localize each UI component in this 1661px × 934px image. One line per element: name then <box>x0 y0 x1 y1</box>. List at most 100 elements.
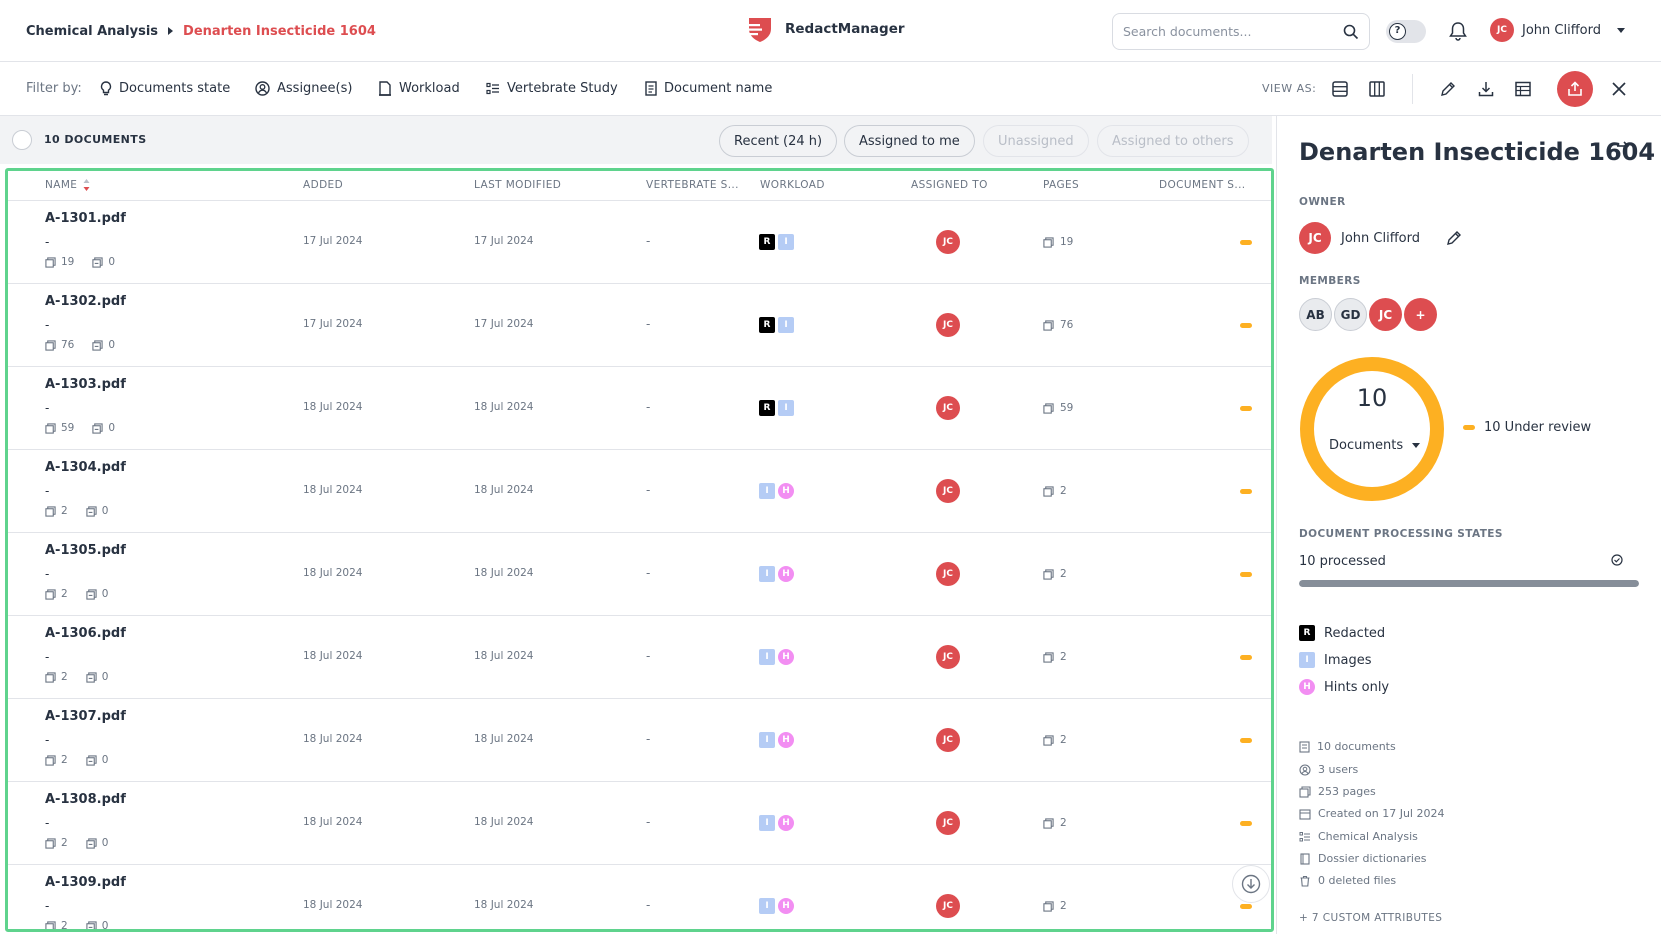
download-button[interactable] <box>1472 75 1500 103</box>
page-count: 2 <box>61 505 68 517</box>
assignee[interactable]: JC <box>936 728 960 752</box>
legend-redacted: R Redacted <box>1299 625 1385 641</box>
filter-assignees[interactable]: Assignee(s) <box>255 81 352 96</box>
images-badge: I <box>778 234 794 250</box>
help-mode-toggle[interactable]: ? <box>1386 20 1426 43</box>
assignee[interactable]: JC <box>936 230 960 254</box>
added-date: 18 Jul 2024 <box>303 401 363 413</box>
legend-under-review[interactable]: 10 Under review <box>1463 420 1591 435</box>
pages-value: 19 <box>1060 236 1074 248</box>
column-workload[interactable]: WORKLOAD <box>760 179 825 191</box>
file-name[interactable]: A-1304.pdf <box>45 460 126 475</box>
stat-dictionaries[interactable]: Dossier dictionaries <box>1299 852 1426 865</box>
list-view-button[interactable] <box>1326 75 1354 103</box>
avatar: JC <box>936 894 960 918</box>
file-subtitle: - <box>45 401 50 415</box>
added-date: 17 Jul 2024 <box>303 235 363 247</box>
assignee[interactable]: JC <box>936 894 960 918</box>
quick-filter-assigned-to-me[interactable]: Assigned to me <box>844 125 975 157</box>
search-box[interactable] <box>1112 13 1370 50</box>
table-row[interactable]: A-1306.pdf -2 0 18 Jul 2024 18 Jul 2024- I H JC… <box>8 616 1271 699</box>
assignee[interactable]: JC <box>936 396 960 420</box>
brand-logo[interactable]: RedactManager <box>745 14 905 44</box>
table-row[interactable]: A-1307.pdf -2 0 18 Jul 2024 18 Jul 2024- I H JC… <box>8 699 1271 782</box>
edit-button[interactable] <box>1434 75 1462 103</box>
close-button[interactable] <box>1605 75 1633 103</box>
custom-attributes-toggle[interactable]: + 7 CUSTOM ATTRIBUTES <box>1299 912 1442 924</box>
file-subtitle: - <box>45 235 50 249</box>
book-icon <box>1300 852 1310 865</box>
add-member-button[interactable]: + <box>1404 298 1437 331</box>
images-badge: I <box>778 317 794 333</box>
table-row[interactable]: A-1309.pdf -2 0 18 Jul 2024 18 Jul 2024- I H JC… <box>8 865 1271 932</box>
filter-documents-state[interactable]: Documents state <box>100 81 230 96</box>
file-name[interactable]: A-1301.pdf <box>45 211 126 226</box>
file-name[interactable]: A-1308.pdf <box>45 792 126 807</box>
stat-deleted-files[interactable]: 0 deleted files <box>1299 874 1396 887</box>
column-last-modified[interactable]: LAST MODIFIED <box>474 179 561 191</box>
assignee[interactable]: JC <box>936 811 960 835</box>
select-all-checkbox[interactable] <box>12 130 32 150</box>
file-name[interactable]: A-1303.pdf <box>45 377 126 392</box>
member-avatar[interactable]: GD <box>1334 298 1367 331</box>
filter-workload[interactable]: Workload <box>378 81 460 96</box>
stat-users: 3 users <box>1299 763 1358 776</box>
status-under-review <box>1240 904 1252 909</box>
pages-icon <box>45 256 56 268</box>
quick-filter-recent[interactable]: Recent (24 h) <box>719 125 838 157</box>
arrow-right-icon[interactable] <box>1616 140 1630 152</box>
file-name[interactable]: A-1306.pdf <box>45 626 126 641</box>
modified-date: 18 Jul 2024 <box>474 567 534 579</box>
status-under-review <box>1240 572 1252 577</box>
column-vertebrate-study[interactable]: VERTEBRATE S... <box>646 179 746 191</box>
pages-value: 2 <box>1060 734 1067 746</box>
column-assigned-to[interactable]: ASSIGNED TO <box>911 179 988 191</box>
search-input[interactable] <box>1123 24 1343 39</box>
quick-filter-unassigned: Unassigned <box>983 125 1089 157</box>
modified-date: 17 Jul 2024 <box>474 235 534 247</box>
donut-label-text: Documents <box>1329 438 1404 453</box>
table-row[interactable]: A-1303.pdf -59 0 18 Jul 2024 18 Jul 2024- R I J… <box>8 367 1271 450</box>
table-row[interactable]: A-1308.pdf -2 0 18 Jul 2024 18 Jul 2024- I H JC… <box>8 782 1271 865</box>
status-under-review <box>1240 821 1252 826</box>
column-pages[interactable]: PAGES <box>1043 179 1079 191</box>
search-icon[interactable] <box>1343 24 1359 40</box>
column-document-status[interactable]: DOCUMENT S... <box>1159 179 1249 191</box>
pencil-icon[interactable] <box>1446 230 1462 246</box>
assignee[interactable]: JC <box>936 313 960 337</box>
scroll-to-bottom-button[interactable] <box>1232 865 1270 903</box>
breadcrumb-parent[interactable]: Chemical Analysis <box>26 24 158 39</box>
table-report-button[interactable] <box>1509 75 1537 103</box>
bell-icon[interactable] <box>1449 21 1467 41</box>
breadcrumb-current[interactable]: Denarten Insecticide 1604 <box>183 24 376 39</box>
column-name[interactable]: NAME <box>45 179 90 191</box>
excluded-count: 0 <box>101 920 109 932</box>
user-menu[interactable]: JC John Clifford <box>1490 18 1625 42</box>
pages-icon <box>45 339 56 351</box>
check-circle-icon <box>1611 554 1623 566</box>
table-row[interactable]: A-1305.pdf -2 0 18 Jul 2024 18 Jul 2024- I H JC… <box>8 533 1271 616</box>
export-button[interactable] <box>1557 71 1593 107</box>
hints-badge: H <box>778 815 794 831</box>
file-name[interactable]: A-1307.pdf <box>45 709 126 724</box>
board-view-button[interactable] <box>1363 75 1391 103</box>
table-row[interactable]: A-1304.pdf -2 0 18 Jul 2024 18 Jul 2024- I H JC… <box>8 450 1271 533</box>
assignee[interactable]: JC <box>936 562 960 586</box>
filter-vertebrate-study[interactable]: Vertebrate Study <box>486 81 618 96</box>
donut-label[interactable]: Documents <box>1329 438 1421 453</box>
table-row[interactable]: A-1302.pdf -76 0 17 Jul 2024 17 Jul 2024- R I J… <box>8 284 1271 367</box>
excluded-count: 0 <box>101 505 109 517</box>
redact-logo-icon <box>746 18 771 42</box>
chevron-down-icon <box>1616 27 1625 33</box>
filter-document-name[interactable]: Document name <box>645 81 772 96</box>
member-avatar[interactable]: AB <box>1299 298 1332 331</box>
assignee[interactable]: JC <box>936 479 960 503</box>
table-row[interactable]: A-1301.pdf -19 0 17 Jul 2024 17 Jul 2024- R I J… <box>8 201 1271 284</box>
column-added[interactable]: ADDED <box>303 179 343 191</box>
file-name[interactable]: A-1309.pdf <box>45 875 126 890</box>
member-avatar[interactable]: JC <box>1369 298 1402 331</box>
assignee[interactable]: JC <box>936 645 960 669</box>
file-name[interactable]: A-1305.pdf <box>45 543 126 558</box>
vertebrate-study-value: - <box>646 566 651 580</box>
file-name[interactable]: A-1302.pdf <box>45 294 126 309</box>
